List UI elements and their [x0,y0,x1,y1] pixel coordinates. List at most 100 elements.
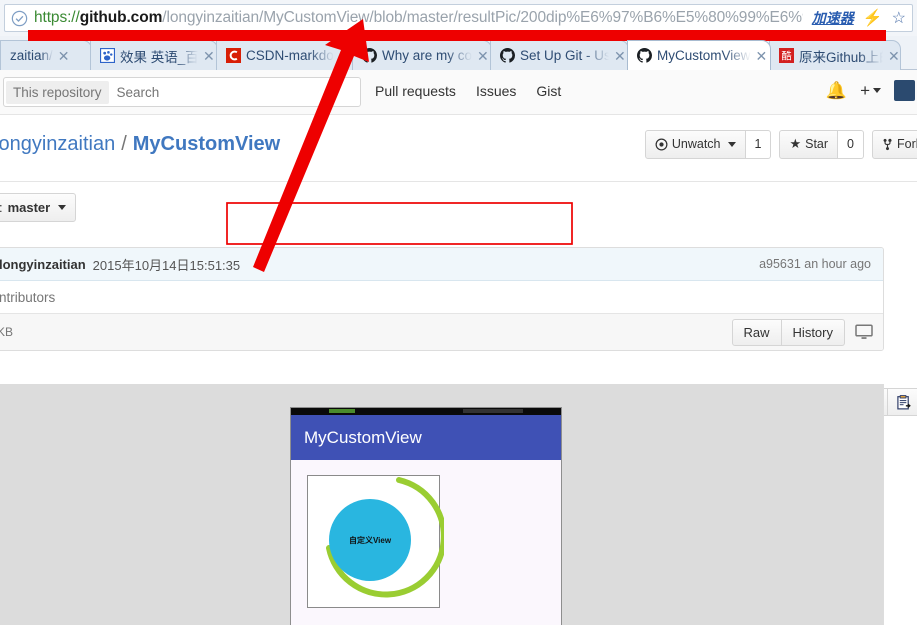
address-bar[interactable]: https://github.com/longyinzaitian/MyCust… [4,4,913,32]
csdn-c-icon [226,48,241,63]
file-meta-bar: KB Raw History [0,313,883,350]
nav-issues[interactable]: Issues [476,83,516,99]
search-box[interactable]: This repository [3,77,361,107]
fork-icon [883,138,892,151]
browser-tab-2[interactable]: CSDN-markdo ✕ [216,40,354,70]
file-size: KB [0,325,14,339]
file-panel: longyinzaitian 2015年10月14日15:51:35 a9563… [0,247,884,351]
fork-label: Fork [897,137,917,152]
contributors-bar[interactable]: ntributors [0,281,883,313]
accelerator-link[interactable]: 加速器 [812,8,854,28]
repo-header: longyinzaitian / MyCustomView Unwatch 1 ★ … [0,115,917,182]
fork-button[interactable]: Fork [872,130,917,159]
github-mark-icon [500,48,515,63]
branch-prefix: nch: [0,200,3,215]
chevron-down-icon [727,141,736,147]
plus-icon[interactable]: + [860,81,881,101]
svg-text:酷: 酷 [781,50,791,62]
commit-bar: longyinzaitian 2015年10月14日15:51:35 a9563… [0,248,883,281]
repo-title: longyinzaitian / MyCustomView [0,133,280,156]
star-outline-icon[interactable]: ☆ [892,8,906,28]
screenshot-root: https://github.com/longyinzaitian/MyCust… [0,0,917,625]
browser-tab-5-active[interactable]: MyCustomView ✕ [627,40,771,70]
tab-title: Why are my co [382,48,472,63]
android-status-bar [291,408,561,415]
tab-close-icon[interactable]: ✕ [477,49,489,63]
avatar[interactable] [894,80,915,101]
star-button-group: ★ Star 0 [779,130,864,159]
search-scope-label[interactable]: This repository [6,80,109,104]
watch-count[interactable]: 1 [745,130,772,159]
browser-tab-4[interactable]: Set Up Git - Us ✕ [490,40,629,70]
nav-pull-requests[interactable]: Pull requests [375,83,456,99]
github-mark-icon [637,48,652,63]
unwatch-label: Unwatch [671,137,721,152]
file-meta-actions: Raw History [731,318,873,346]
repo-name-link[interactable]: MyCustomView [133,133,280,155]
tab-title: zaitian/ [10,48,53,63]
browser-tab-3[interactable]: Why are my co ✕ [352,40,492,70]
github-header-right: 🔔 + [826,80,915,101]
url-bar-row: https://github.com/longyinzaitian/MyCust… [0,0,917,36]
tab-title: Set Up Git - Us [520,48,609,63]
browser-tab-6[interactable]: 酷 原来Github上的 ✕ [769,40,901,70]
tab-title: MyCustomView [657,48,751,63]
commit-meta: a95631 an hour ago [759,257,871,271]
chevron-down-icon [873,88,881,93]
url-text: https://github.com/longyinzaitian/MyCust… [34,9,803,27]
eye-icon [655,138,668,151]
custom-view-widget: 自定义View [307,475,444,608]
baidu-paw-icon [100,48,115,63]
repo-owner-link[interactable]: longyinzaitian [0,133,115,155]
url-scheme: https:// [34,9,80,26]
android-screenshot-image: MyCustomView 自定义View [290,407,562,625]
tab-strip: zaitian/ ✕ 效果 英语_百度翻 ✕ CSDN-markdo [0,36,917,70]
lightning-icon[interactable]: ⚡ [863,8,883,28]
watch-button-group: Unwatch 1 [644,130,772,159]
copy-path-button[interactable] [888,388,917,416]
tab-close-icon[interactable]: ✕ [58,49,70,63]
browser-tab-1[interactable]: 效果 英语_百度翻 ✕ [90,40,218,70]
chevron-down-icon [58,205,67,210]
status-left-icons [329,409,355,413]
image-preview-stage: MyCustomView 自定义View [0,384,884,625]
raw-button[interactable]: Raw [731,318,782,346]
tab-close-icon[interactable]: ✕ [614,49,626,63]
commit-author[interactable]: longyinzaitian [0,257,86,272]
desktop-icon[interactable] [855,324,873,340]
android-app-body: 自定义View [291,460,561,625]
url-path: /longyinzaitian/MyCustomView/blob/master… [162,9,803,26]
github-mark-icon [362,48,377,63]
shield-check-icon [11,10,28,26]
search-input[interactable] [108,84,359,100]
history-button[interactable]: History [781,318,845,346]
tab-close-icon[interactable]: ✕ [203,49,215,63]
commit-date: 2015年10月14日15:51:35 [92,257,241,273]
unwatch-button[interactable]: Unwatch [644,130,746,159]
tab-close-icon[interactable]: ✕ [888,49,900,63]
raw-history-group: Raw History [731,318,845,346]
custom-view-circle: 自定义View [329,499,411,581]
repo-title-separator: / [121,133,127,155]
clipboard-icon [896,394,911,409]
android-app-title: MyCustomView [304,427,422,447]
url-host: github.com [79,9,163,26]
star-filled-icon: ★ [789,136,802,151]
tab-close-icon[interactable]: ✕ [339,49,351,63]
tab-close-icon[interactable]: ✕ [756,49,768,63]
nav-gist[interactable]: Gist [536,83,561,99]
star-count[interactable]: 0 [838,130,864,159]
star-label: Star [805,137,829,152]
repo-actions: Unwatch 1 ★ Star 0 Fork [644,130,917,159]
branch-selector[interactable]: nch: master [0,193,77,222]
contributors-label: ntributors [0,289,56,305]
ku-red-icon: 酷 [779,48,794,63]
github-header: This repository Pull requests Issues Gis… [0,70,917,115]
commit-sha[interactable]: a95631 [759,257,801,271]
android-app-bar: MyCustomView [291,415,561,460]
tab-title: 效果 英语_百度翻 [120,49,198,65]
browser-tab-0[interactable]: zaitian/ ✕ [0,40,92,70]
star-button[interactable]: ★ Star [779,130,839,159]
bell-icon[interactable]: 🔔 [826,81,847,101]
commit-relative-time: an hour ago [804,257,871,271]
